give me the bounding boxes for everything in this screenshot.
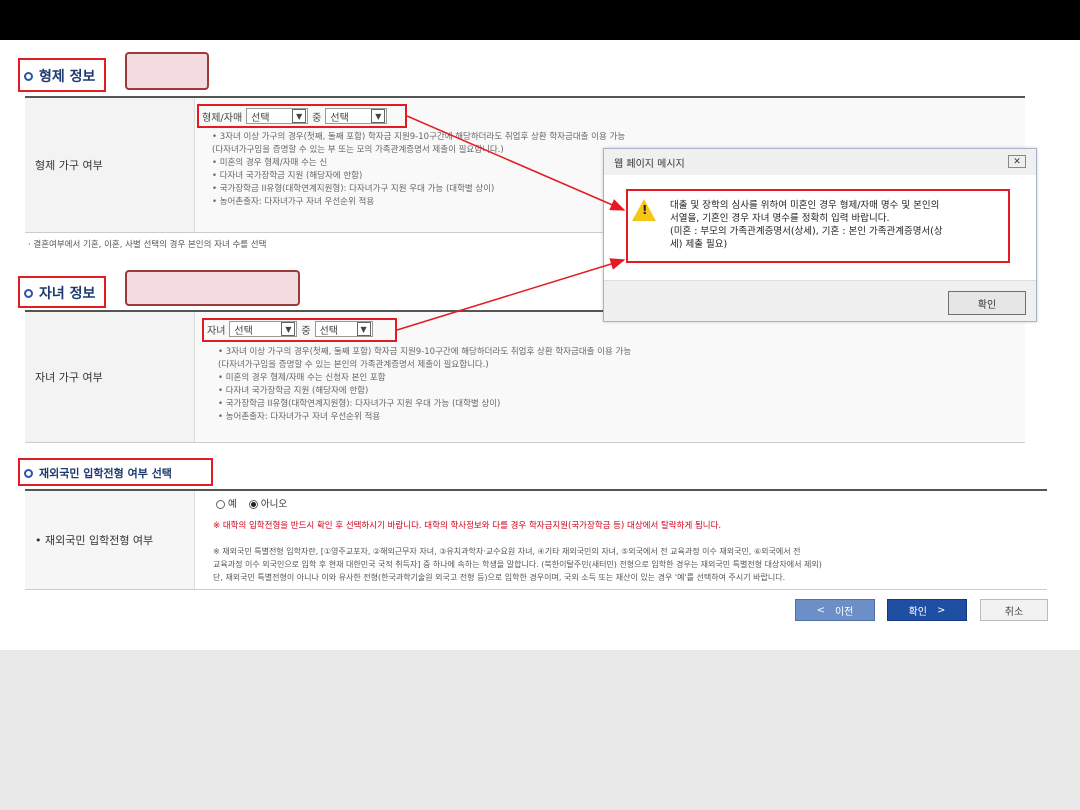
note-line: • 국가장학금 II유형(대학연계지원형): 다자녀가구 지원 우대 가능 (대… <box>212 184 495 194</box>
children-notes: • 3자녀 이상 가구의 경우(첫째, 둘째 포함) 학자금 지원9-10구간에… <box>218 346 631 424</box>
note-line: • 농어촌출자: 다자녀가구 자녀 우선순위 적용 <box>212 197 375 207</box>
note-line: • 미혼의 경우 형제/자매 수는 신 <box>212 158 328 168</box>
note-line: (다자녀가구임을 증명할 수 있는 부 또는 모의 가족관계증명서 제출이 필요… <box>212 145 504 155</box>
radio-yes[interactable]: 예 <box>216 499 237 510</box>
children-row-label: 자녀 가구 여부 <box>25 312 195 442</box>
overseas-warning: ※ 대학의 입학전형을 반드시 확인 후 선택하시기 바랍니다. 대학의 학사정… <box>213 521 722 531</box>
dialog-title: 웹 페이지 메시지 <box>604 149 1036 175</box>
circle-bullet-icon <box>24 71 33 81</box>
confirm-button[interactable]: 확인 > <box>887 599 967 621</box>
circle-bullet-icon <box>24 468 33 478</box>
note-line: • 다자녀 국가장학금 지원 (해당자에 한함) <box>212 171 363 181</box>
chevron-left-icon: < <box>816 604 825 616</box>
overseas-section-title: 재외국민 입학전형 여부 선택 <box>24 465 172 481</box>
sibling-annotation-box <box>125 52 209 90</box>
sibling-notes: • 3자녀 이상 가구의 경우(첫째, 둘째 포함) 학자금 지원9-10구간에… <box>212 131 625 209</box>
note-line: • 국가장학금 II유형(대학연계지원형): 다자녀가구 지원 우대 가능 (대… <box>218 399 501 409</box>
dialog-footer: 확인 <box>604 280 1036 321</box>
overseas-radio-group: 예 아니오 <box>216 496 287 510</box>
chevron-right-icon: > <box>937 604 946 616</box>
overseas-description: ※ 재외국민 특별전형 입학자란, [①영주교포자, ②해외근무자 자녀, ③유… <box>213 547 822 582</box>
sibling-row-label: 형제 가구 여부 <box>25 98 195 232</box>
sibling-section-title: 형제 정보 <box>24 66 95 86</box>
children-select-highlight <box>202 318 397 342</box>
overseas-row-label: • 재외국민 입학전형 여부 <box>25 491 195 589</box>
radio-no-icon <box>248 500 258 509</box>
circle-bullet-icon <box>24 288 33 298</box>
note-line: • 3자녀 이상 가구의 경우(첫째, 둘째 포함) 학자금 지원9-10구간에… <box>218 347 632 357</box>
children-annotation-box <box>125 270 300 306</box>
prev-button[interactable]: < 이전 <box>795 599 875 621</box>
radio-no[interactable]: 아니오 <box>248 499 287 510</box>
bottom-gray-area <box>0 650 1080 810</box>
marital-note: · 결혼여부에서 기혼, 이혼, 사별 선택의 경우 본인의 자녀 수를 선택 <box>28 240 267 250</box>
web-page-message-dialog: 웹 페이지 메시지 ✕ ! 대출 및 장학의 심사를 위하여 미혼인 경우 형제… <box>603 148 1037 322</box>
close-icon[interactable]: ✕ <box>1008 155 1026 168</box>
dialog-message-highlight <box>626 189 1010 263</box>
note-line: • 미혼의 경우 형제/자매 수는 신청자 본인 포함 <box>218 373 386 383</box>
radio-yes-icon <box>216 500 225 509</box>
note-line: • 다자녀 국가장학금 지원 (해당자에 한함) <box>218 386 369 396</box>
note-line: (다자녀가구임을 증명할 수 있는 본인의 가족관계증명서 제출이 필요합니다.… <box>218 360 489 370</box>
sibling-select-highlight <box>197 104 407 128</box>
note-line: • 농어촌출자: 다자녀가구 자녀 우선순위 적용 <box>218 412 381 422</box>
cancel-button[interactable]: 취소 <box>980 599 1048 621</box>
children-section-title: 자녀 정보 <box>24 283 95 303</box>
top-black-bar <box>0 0 1080 40</box>
note-line: • 3자녀 이상 가구의 경우(첫째, 둘째 포함) 학자금 지원9-10구간에… <box>212 132 626 142</box>
dialog-ok-button[interactable]: 확인 <box>948 291 1026 315</box>
